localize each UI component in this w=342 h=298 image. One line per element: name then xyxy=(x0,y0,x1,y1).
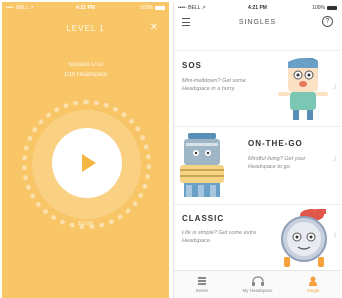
player-screen: ••••◦ BELL ↗ 4:21 PM 100% LEVEL 1 ✕ Sess… xyxy=(2,2,169,298)
tab-label: Series xyxy=(195,288,209,293)
card-classic[interactable]: CLASSIC Life is simple? Get some extra H… xyxy=(174,204,341,270)
tab-single[interactable]: Single xyxy=(285,271,341,298)
level-title: LEVEL 1 xyxy=(66,24,105,33)
card-title: SOS xyxy=(182,61,202,70)
series-icon xyxy=(197,277,206,285)
battery-fill xyxy=(156,6,164,9)
battery-icon xyxy=(327,5,337,10)
tab-series[interactable]: Series xyxy=(174,271,230,298)
classic-character-illustration xyxy=(281,209,327,267)
status-bar: ••••◦ BELL ↗ 4:21 PM 100% xyxy=(2,2,169,13)
play-icon xyxy=(82,154,96,172)
status-time: 4:21 PM xyxy=(76,4,95,11)
tab-label: Single xyxy=(306,288,320,293)
chevron-right-icon: › xyxy=(333,229,337,241)
chevron-right-icon: › xyxy=(333,153,337,165)
session-line: Session 1/10 xyxy=(68,62,103,68)
headphones-icon xyxy=(251,276,264,286)
tab-my-headspace[interactable]: My Headspace xyxy=(230,271,286,298)
card-sos[interactable]: SOS Mini-meltdown? Get some Headspace in… xyxy=(174,50,341,126)
status-bar: ••••◦ BELL ↗ 4:21 PM 100% xyxy=(174,2,341,13)
card-title: ON-THE-GO xyxy=(248,139,303,148)
play-button[interactable] xyxy=(52,128,122,198)
chevron-right-icon: › xyxy=(333,81,337,93)
card-description: Life is simple? Get some extra Headspace… xyxy=(182,230,256,244)
single-icon xyxy=(309,276,318,286)
progress-line: 1/10 Headspace xyxy=(63,72,108,78)
nav-bar: SINGLES ? xyxy=(174,13,341,31)
singles-screen: ••••◦ BELL ↗ 4:21 PM 100% SINGLES ? SOS … xyxy=(173,2,341,298)
page-title: SINGLES xyxy=(238,18,277,26)
duration-label: 10:00 xyxy=(77,221,93,227)
tab-bar: Series My Headspace Single xyxy=(174,270,341,298)
close-icon[interactable]: ✕ xyxy=(150,22,158,33)
card-description: Mini-meltdown? Get some Headspace in a h… xyxy=(182,78,246,92)
card-on-the-go[interactable]: ON-THE-GO Mindful living? Get your Heads… xyxy=(174,126,341,204)
sos-character-illustration xyxy=(278,58,328,120)
help-icon[interactable]: ? xyxy=(322,16,333,27)
status-time: 4:21 PM xyxy=(248,4,267,11)
battery-icon xyxy=(155,5,165,10)
card-title: CLASSIC xyxy=(182,214,225,223)
tab-label: My Headspace xyxy=(242,288,273,293)
battery-fill xyxy=(328,6,336,9)
card-description: Mindful living? Get your Headspace to go… xyxy=(248,156,306,170)
menu-icon[interactable] xyxy=(182,18,190,26)
on-the-go-character-illustration xyxy=(180,133,224,197)
